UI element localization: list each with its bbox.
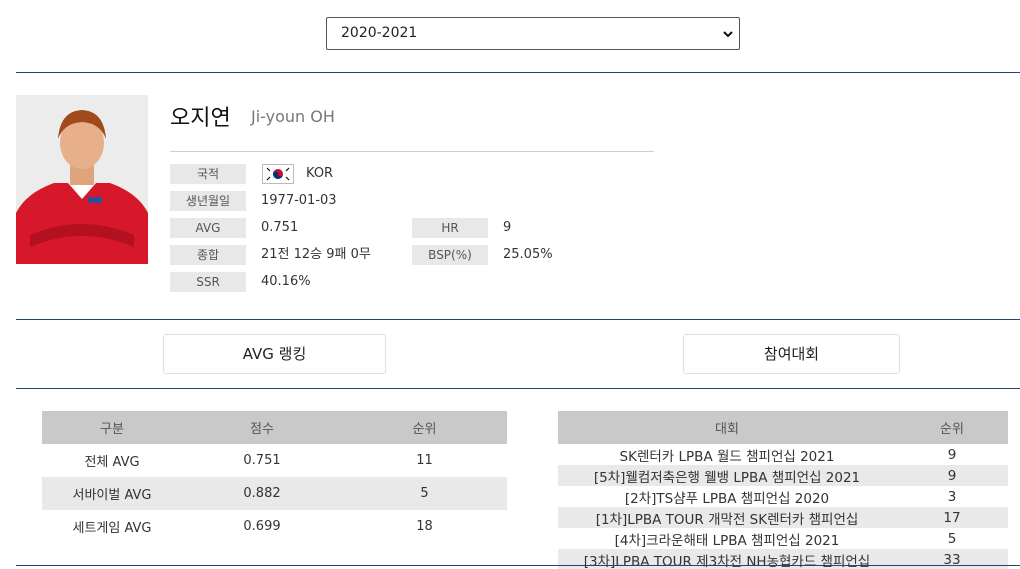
table-row: 전체 AVG 0.751 11 xyxy=(42,444,507,477)
record-value: 21전 12승 9패 0무 xyxy=(261,247,371,262)
tournament-name: [4차]크라운해태 LPBA 챔피언십 2021 xyxy=(614,532,840,549)
table-row[interactable]: [3차]LPBA TOUR 제3차전 NH농협카드 챔피언십 33 xyxy=(558,549,1008,569)
divider xyxy=(16,388,1020,389)
tournament-name: [3차]LPBA TOUR 제3차전 NH농협카드 챔피언십 xyxy=(558,549,896,569)
avg-label: AVG xyxy=(170,218,246,238)
divider xyxy=(16,72,1020,73)
player-name-korean: 오지연 xyxy=(170,106,231,131)
table-cell: 18 xyxy=(416,519,433,534)
ssr-label: SSR xyxy=(170,272,246,292)
table-cell: 0.882 xyxy=(182,477,342,510)
season-select[interactable]: 2020-2021 xyxy=(326,17,740,50)
table-cell: 세트게임 AVG xyxy=(72,521,152,536)
divider xyxy=(16,319,1020,320)
birth-label: 생년월일 xyxy=(170,191,246,211)
column-header: 순위 xyxy=(342,411,507,444)
birth-value: 1977-01-03 xyxy=(261,193,337,208)
player-name-english: Ji-youn OH xyxy=(251,107,335,126)
table-row: 서바이벌 AVG 0.882 5 xyxy=(42,477,507,510)
table-row[interactable]: [2차]TS샴푸 LPBA 챔피언십 2020 3 xyxy=(558,486,1008,507)
table-cell: 서바이벌 AVG xyxy=(42,477,182,510)
player-photo xyxy=(16,95,148,264)
table-header-row: 구분 점수 순위 xyxy=(42,411,507,444)
ssr-value: 40.16% xyxy=(261,274,311,289)
tournament-name: [5차]웰컴저축은행 웰뱅 LPBA 챔피언십 2021 xyxy=(558,465,896,486)
column-header: 대회 xyxy=(558,411,896,444)
tournament-rank: 5 xyxy=(947,530,957,547)
column-header: 순위 xyxy=(896,411,1008,444)
column-header: 구분 xyxy=(42,411,182,444)
table-cell: 0.751 xyxy=(243,453,281,468)
hr-value: 9 xyxy=(503,220,512,235)
table-header-row: 대회 순위 xyxy=(558,411,1008,444)
avg-ranking-button[interactable]: AVG 랭킹 xyxy=(163,334,386,374)
tournament-rank: 33 xyxy=(896,549,1008,569)
nationality-value: KOR xyxy=(306,166,334,181)
table-row: 세트게임 AVG 0.699 18 xyxy=(42,510,507,543)
tournament-rank: 3 xyxy=(947,488,957,505)
table-cell: 전체 AVG xyxy=(84,455,140,470)
hr-label: HR xyxy=(412,218,488,238)
tournaments-button[interactable]: 참여대회 xyxy=(683,334,900,374)
tournament-name: [1차]LPBA TOUR 개막전 SK렌터카 챔피언십 xyxy=(558,507,896,528)
table-row[interactable]: SK렌터카 LPBA 월드 챔피언십 2021 9 xyxy=(558,444,1008,465)
table-cell: 5 xyxy=(342,477,507,510)
tournament-name: SK렌터카 LPBA 월드 챔피언십 2021 xyxy=(619,448,835,465)
table-cell: 11 xyxy=(416,453,433,468)
tournament-rank: 9 xyxy=(947,446,957,463)
divider xyxy=(16,565,1020,566)
avg-value: 0.751 xyxy=(261,220,299,235)
table-row[interactable]: [5차]웰컴저축은행 웰뱅 LPBA 챔피언십 2021 9 xyxy=(558,465,1008,486)
table-row[interactable]: [1차]LPBA TOUR 개막전 SK렌터카 챔피언십 17 xyxy=(558,507,1008,528)
nationality-label: 국적 xyxy=(170,164,246,184)
bsp-label: BSP(%) xyxy=(412,245,488,265)
bsp-value: 25.05% xyxy=(503,247,553,262)
name-divider xyxy=(170,151,654,152)
avg-ranking-table: 구분 점수 순위 전체 AVG 0.751 11 서바이벌 AVG 0.882 … xyxy=(42,411,507,543)
korea-flag-icon xyxy=(262,164,294,184)
table-row[interactable]: [4차]크라운해태 LPBA 챔피언십 2021 5 xyxy=(558,528,1008,549)
column-header: 점수 xyxy=(182,411,342,444)
tournament-rank: 17 xyxy=(896,507,1008,528)
record-label: 종합 xyxy=(170,245,246,265)
table-cell: 0.699 xyxy=(243,519,281,534)
chevron-down-icon xyxy=(723,31,733,38)
tournament-table: 대회 순위 SK렌터카 LPBA 월드 챔피언십 2021 9 [5차]웰컴저축… xyxy=(558,411,1008,569)
tournament-name: [2차]TS샴푸 LPBA 챔피언십 2020 xyxy=(624,490,830,507)
season-select-value: 2020-2021 xyxy=(341,25,418,41)
tournament-rank: 9 xyxy=(896,465,1008,486)
